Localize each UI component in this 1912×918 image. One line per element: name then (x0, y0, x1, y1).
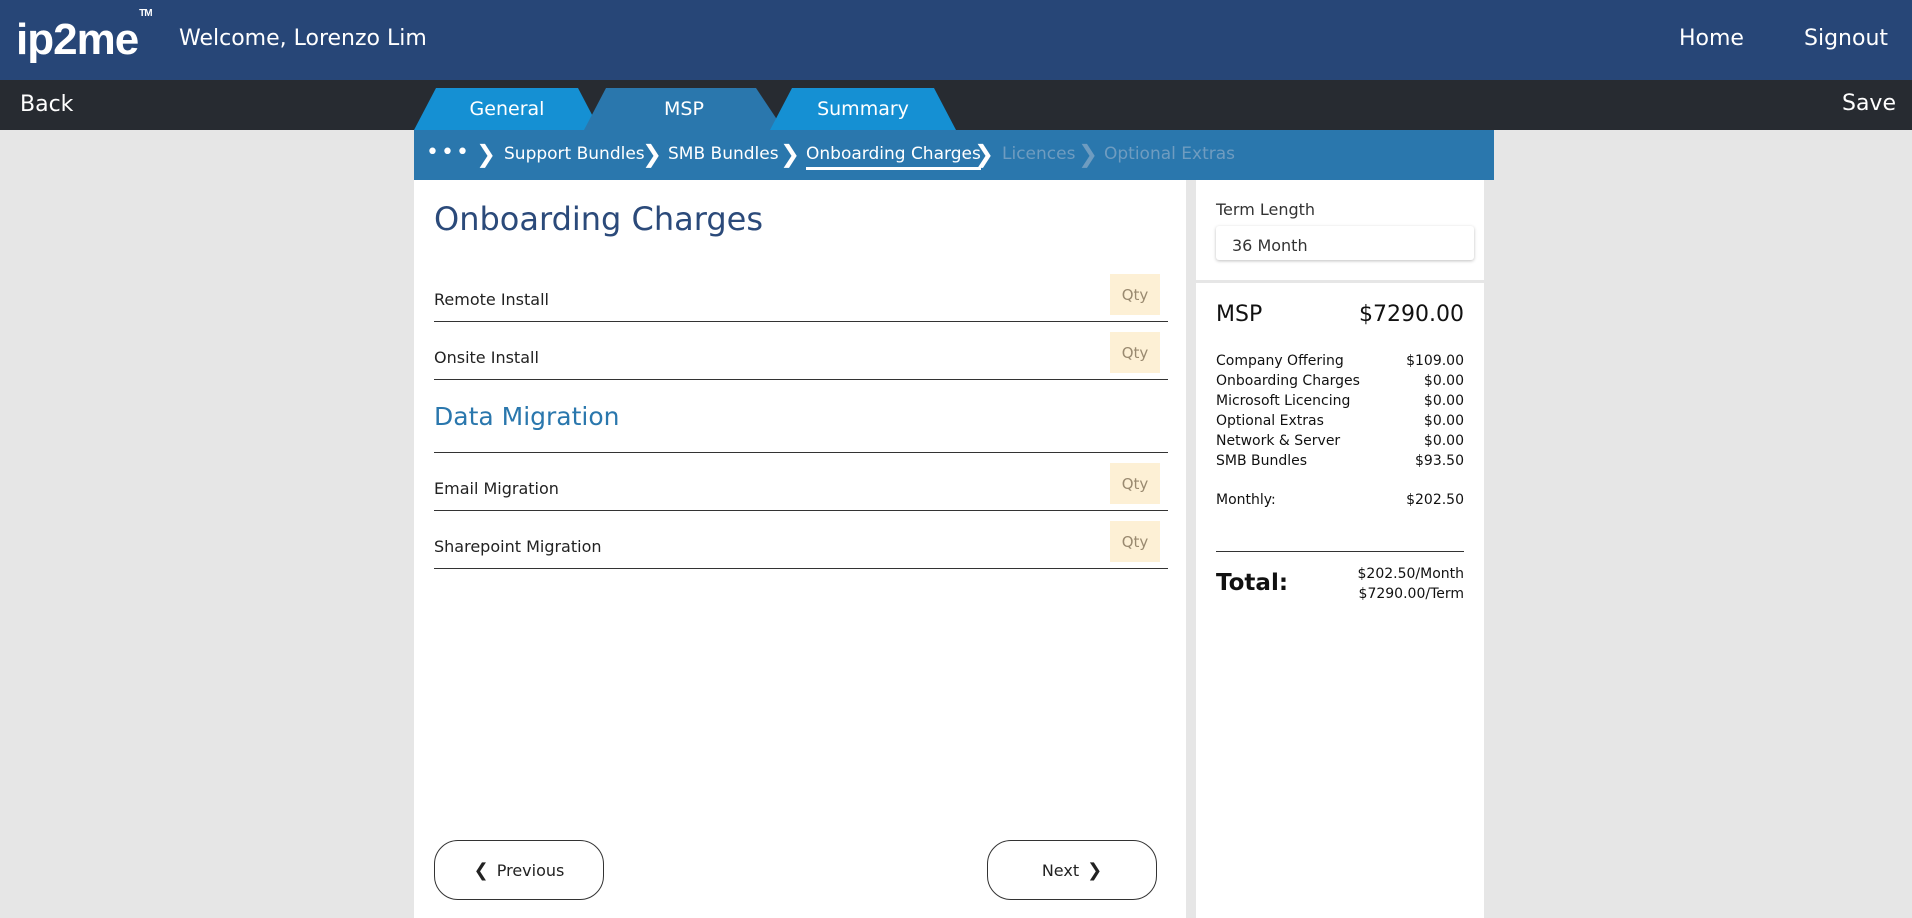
msp-total: $7290.00 (1359, 302, 1464, 327)
divider (434, 452, 1168, 453)
breadcrumb-licences[interactable]: Licences (1002, 144, 1075, 164)
tab-summary[interactable]: Summary (770, 88, 956, 130)
line-item-value: $109.00 (1406, 353, 1464, 369)
breadcrumb-onboarding-charges[interactable]: Onboarding Charges (806, 144, 981, 170)
more-steps-button[interactable]: ••• (426, 140, 471, 165)
chevron-right-icon: ❯ (1078, 140, 1099, 168)
line-item-value: $0.00 (1423, 433, 1464, 449)
chevron-right-icon: ❯ (1087, 859, 1103, 881)
quantity-input[interactable] (1110, 521, 1160, 562)
line-item: Microsoft Licencing $0.00 (1216, 391, 1464, 411)
line-item-value: $0.00 (1423, 373, 1464, 389)
term-length-select[interactable]: 36 Month (1216, 226, 1474, 260)
tab-general[interactable]: General (414, 88, 600, 130)
line-items: Company Offering $109.00 Onboarding Charg… (1216, 351, 1464, 471)
home-link[interactable]: Home (1679, 26, 1744, 51)
msp-label: MSP (1216, 302, 1263, 327)
line-item: Network & Server $0.00 (1216, 431, 1464, 451)
list-item: Onsite Install (434, 332, 1168, 380)
breadcrumb-support-bundles[interactable]: Support Bundles (504, 144, 645, 164)
signout-link[interactable]: Signout (1804, 26, 1888, 51)
total-per-month: $202.50/Month (1357, 566, 1465, 582)
breadcrumb-smb-bundles[interactable]: SMB Bundles (668, 144, 779, 164)
line-item-value: $93.50 (1415, 453, 1464, 469)
monthly-label: Monthly: (1216, 492, 1276, 508)
monthly-value: $202.50 (1406, 492, 1464, 508)
line-item: Optional Extras $0.00 (1216, 411, 1464, 431)
chevron-left-icon: ❮ (473, 859, 489, 881)
total-per-term: $7290.00/Term (1358, 586, 1464, 602)
list-item: Remote Install (434, 274, 1168, 322)
line-item: SMB Bundles $93.50 (1216, 451, 1464, 471)
page-title: Onboarding Charges (434, 200, 764, 238)
line-item-label: Company Offering (1216, 353, 1344, 369)
divider (1196, 280, 1484, 283)
back-button[interactable]: Back (20, 92, 73, 117)
divider (1216, 551, 1464, 552)
column-divider (1186, 180, 1196, 810)
chevron-right-icon: ❯ (974, 140, 995, 168)
save-button[interactable]: Save (1842, 91, 1896, 116)
previous-button[interactable]: ❮ Previous (434, 840, 604, 900)
next-button[interactable]: Next ❯ (987, 840, 1157, 900)
list-item: Sharepoint Migration (434, 521, 1168, 569)
monthly-row: Monthly: $202.50 (1216, 492, 1464, 508)
list-item: Email Migration (434, 463, 1168, 511)
item-label: Email Migration (434, 479, 559, 498)
quantity-input[interactable] (1110, 332, 1160, 373)
next-label: Next (1041, 860, 1080, 880)
action-bar: Back Save (0, 80, 1912, 130)
chevron-right-icon: ❯ (476, 140, 497, 168)
summary-sidebar: Term Length 36 Month MSP $7290.00 Compan… (1196, 180, 1484, 918)
line-item: Company Offering $109.00 (1216, 351, 1464, 371)
line-item-label: Onboarding Charges (1216, 373, 1360, 389)
breadcrumb-optional-extras[interactable]: Optional Extras (1104, 144, 1235, 164)
quantity-input[interactable] (1110, 274, 1160, 315)
logo-text: ip2me (16, 15, 139, 64)
total-label: Total: (1216, 570, 1289, 596)
item-label: Sharepoint Migration (434, 537, 602, 556)
breadcrumb: ••• ❯ Support Bundles ❯ SMB Bundles ❯ On… (414, 130, 1494, 180)
line-item-label: Network & Server (1216, 433, 1341, 449)
line-item-label: SMB Bundles (1216, 453, 1308, 469)
item-label: Onsite Install (434, 348, 539, 367)
quantity-input[interactable] (1110, 463, 1160, 504)
main-panel: Onboarding Charges Remote Install Onsite… (414, 180, 1186, 918)
total-values: $202.50/Month $7290.00/Term (1358, 564, 1465, 604)
chevron-right-icon: ❯ (642, 140, 663, 168)
logo[interactable]: ip2meTM (16, 9, 153, 64)
welcome-text: Welcome, Lorenzo Lim (179, 26, 427, 51)
line-item-value: $0.00 (1423, 413, 1464, 429)
line-item-label: Microsoft Licencing (1216, 393, 1351, 409)
line-item-label: Optional Extras (1216, 413, 1324, 429)
line-item: Onboarding Charges $0.00 (1216, 371, 1464, 391)
item-label: Remote Install (434, 290, 549, 309)
term-length-label: Term Length (1216, 200, 1316, 219)
top-header: ip2meTM Welcome, Lorenzo Lim Home Signou… (0, 0, 1912, 80)
tab-msp[interactable]: MSP (584, 88, 784, 130)
chevron-right-icon: ❯ (780, 140, 801, 168)
previous-label: Previous (496, 860, 565, 880)
line-item-value: $0.00 (1423, 393, 1464, 409)
logo-trademark: TM (139, 8, 152, 20)
section-title: Data Migration (434, 402, 620, 431)
panel-edge (1484, 180, 1494, 918)
